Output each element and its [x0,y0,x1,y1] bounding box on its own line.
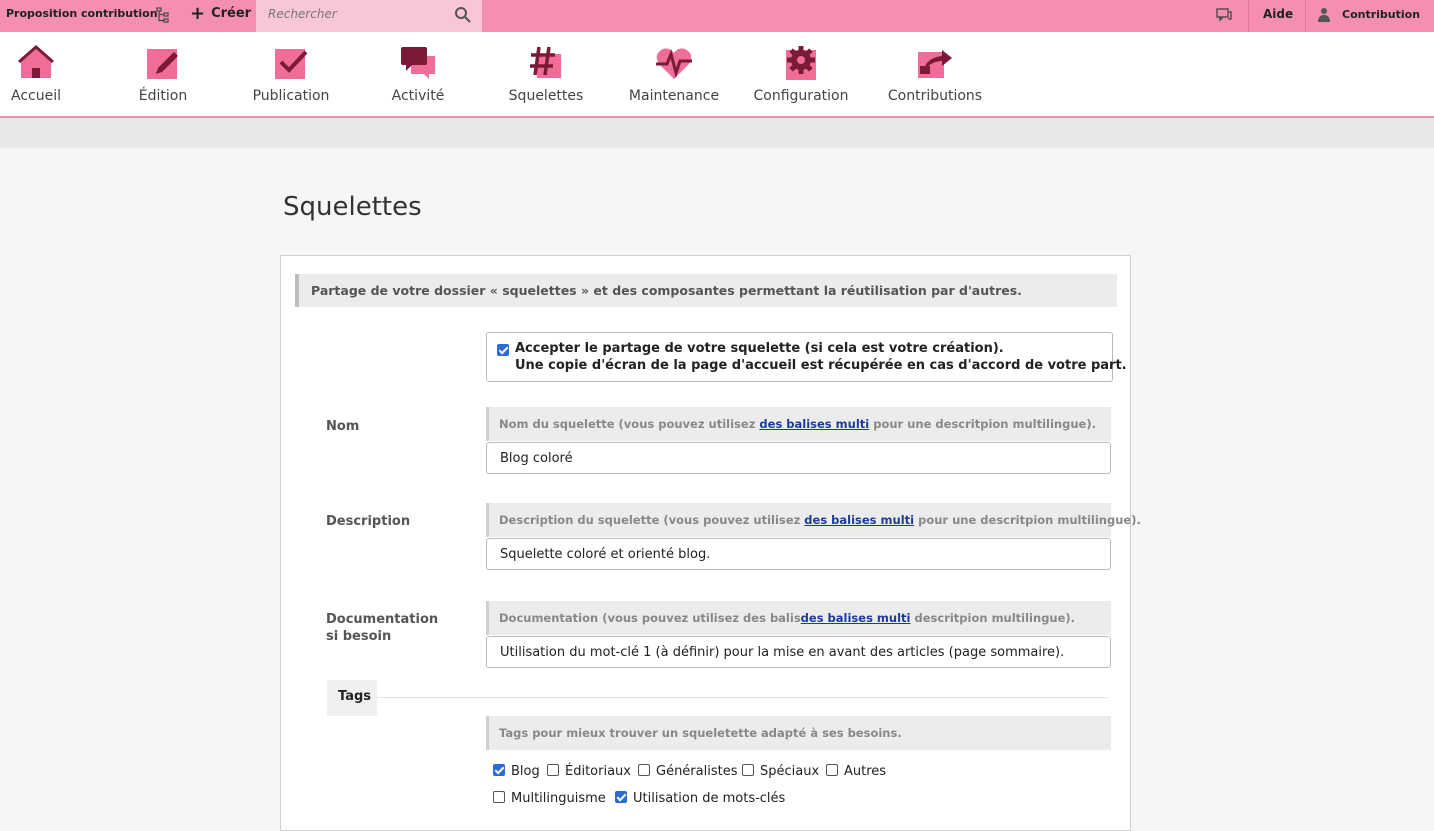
multi-tags-link[interactable]: des balises multi [804,513,914,527]
search-icon[interactable] [454,6,472,28]
help-link[interactable]: Aide [1249,0,1306,32]
documentation-input[interactable]: Utilisation du mot-clé 1 (à définir) pou… [486,636,1111,668]
accept-line1: Accepter le partage de votre squelette (… [515,341,1004,356]
tag-checkbox[interactable] [638,764,650,776]
help-label: Aide [1263,7,1294,21]
project-link[interactable]: Proposition contribution [6,7,158,20]
search-box[interactable]: Rechercher [256,0,482,32]
hint-text: Tags pour mieux trouver un squeletette a… [499,726,902,740]
nav-item-squelettes[interactable]: Squelettes [504,32,588,116]
nav-label: Publication [252,88,330,104]
plus-icon: + [190,3,206,24]
edit-icon [147,49,178,79]
nav-item-edition[interactable]: Édition [128,32,198,116]
tags-hint: Tags pour mieux trouver un squeletette a… [486,716,1111,750]
tag-option-blog[interactable]: Blog [493,764,540,779]
tag-option-autres[interactable]: Autres [826,764,886,779]
user-menu[interactable]: Contribution [1306,0,1434,32]
user-icon [1318,8,1330,22]
documentation-hint: Documentation (vous pouvez utilisez des … [486,601,1111,635]
accept-share-option[interactable]: Accepter le partage de votre squelette (… [486,332,1127,382]
page-title: Squelettes [283,192,422,222]
documentation-label-line1: Documentation [326,612,439,627]
fieldset-divider [377,697,1107,698]
nav-label: Édition [138,88,188,104]
nav-label: Configuration [753,88,849,104]
publish-icon [275,49,308,79]
tag-checkbox[interactable] [493,764,505,776]
accept-line2: Une copie d'écran de la page d'accueil e… [515,358,1127,373]
tag-checkbox[interactable] [493,791,505,803]
documentation-label: Documentation si besoin [326,611,438,645]
nav-label: Contributions [887,88,983,104]
search-input[interactable]: Rechercher [268,7,337,21]
home-icon [18,44,54,78]
tag-label: Utilisation de mots-clés [633,791,786,806]
description-value: Squelette coloré et orienté blog. [500,547,711,562]
nom-hint: Nom du squelette (vous pouvez utilisez d… [486,407,1111,441]
tag-checkbox[interactable] [742,764,754,776]
tag-option-generalistes[interactable]: Généralistes [638,764,738,779]
tag-label: Blog [511,764,540,779]
nav-item-contributions[interactable]: Contributions [884,32,986,116]
tag-label: Spéciaux [760,764,820,779]
multi-tags-link[interactable]: des balises multi [759,417,869,431]
gear-icon [786,46,816,80]
nav-label: Maintenance [628,88,720,104]
tag-option-multilinguisme[interactable]: Multilinguisme [493,791,606,806]
main-navigation: Accueil Édition Publication Activité Squ… [0,32,1434,118]
pulse-icon [656,48,692,79]
explanation-text: Partage de votre dossier « squelettes » … [311,283,1022,298]
hint-text: descritpion multilingue). [914,611,1076,625]
hash-icon [530,46,561,78]
tag-checkbox[interactable] [547,764,559,776]
hint-text: pour une descritpion multilingue). [918,513,1141,527]
tag-checkbox[interactable] [826,764,838,776]
tag-label: Multilinguisme [511,791,606,806]
multi-tags-link[interactable]: des balises multi [801,611,911,625]
top-bar: Proposition contribution + Créer Recherch… [0,0,1434,32]
tags-legend: Tags [327,680,377,716]
nav-item-maintenance[interactable]: Maintenance [628,32,720,116]
nom-value: Blog coloré [500,451,573,466]
nav-label: Accueil [11,88,61,104]
tag-label: Éditoriaux [565,764,631,779]
tag-option-mots-cles[interactable]: Utilisation de mots-clés [615,791,785,806]
documentation-value: Utilisation du mot-clé 1 (à définir) pou… [500,645,1065,660]
share-icon [918,50,952,78]
hint-text: Documentation (vous pouvez utilisez des … [499,611,801,625]
nom-input[interactable]: Blog coloré [486,442,1111,474]
hint-text: Nom du squelette (vous pouvez utilisez [499,417,756,431]
sitemap-icon[interactable] [156,7,170,27]
documentation-label-line2: si besoin [326,629,392,644]
user-label: Contribution [1342,8,1421,21]
form-explanation: Partage de votre dossier « squelettes » … [295,274,1117,307]
tag-label: Généralistes [656,764,738,779]
tag-option-speciaux[interactable]: Spéciaux [742,764,819,779]
hint-text: Description du squelette (vous pouvez ut… [499,513,801,527]
create-label: Créer [211,6,252,21]
tag-checkbox[interactable] [615,791,627,803]
tag-label: Autres [844,764,887,779]
subnav-band [0,118,1434,148]
description-label: Description [326,514,411,529]
activity-icon [401,47,435,79]
form-panel: Partage de votre dossier « squelettes » … [280,255,1141,831]
nav-item-configuration[interactable]: Configuration [752,32,850,116]
nav-label: Squelettes [508,88,584,104]
nav-item-activite[interactable]: Activité [384,32,452,116]
hint-text: pour une descritpion multilingue). [873,417,1096,431]
accept-share-checkbox[interactable] [497,344,509,356]
create-button[interactable]: + Créer [190,5,251,23]
nav-item-accueil[interactable]: Accueil [0,32,72,116]
description-input[interactable]: Squelette coloré et orienté blog. [486,538,1111,570]
tags-legend-label: Tags [338,689,372,704]
tag-option-editoriaux[interactable]: Éditoriaux [547,764,631,779]
nav-label: Activité [391,88,445,104]
messages-button[interactable] [1200,0,1249,32]
description-hint: Description du squelette (vous pouvez ut… [486,503,1141,537]
chat-icon [1216,8,1232,22]
nav-item-publication[interactable]: Publication [250,32,332,116]
nom-label: Nom [326,419,360,434]
